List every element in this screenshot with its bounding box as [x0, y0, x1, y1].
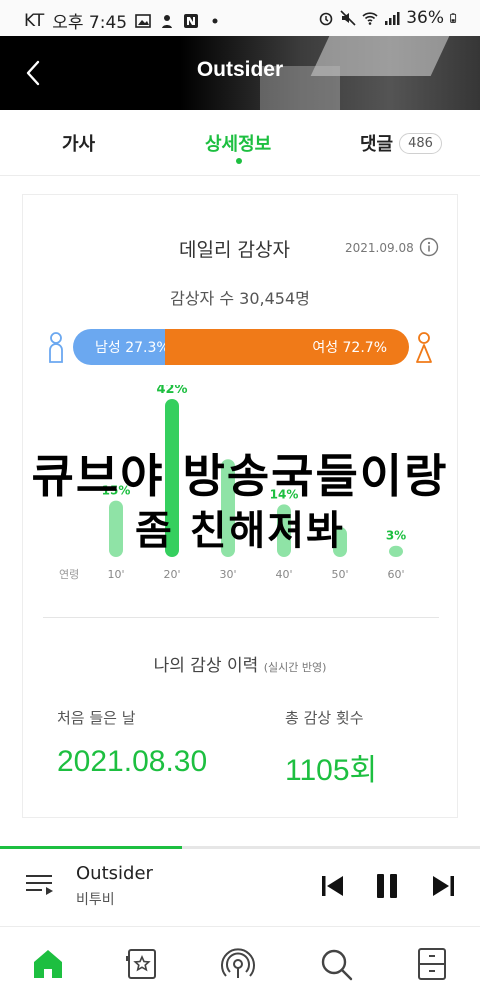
daily-listeners-date: 2021.09.08: [345, 241, 414, 255]
my-music-icon[interactable]: [124, 946, 160, 982]
mute-icon: [340, 10, 356, 26]
section-divider: [43, 617, 439, 618]
naver-notification-icon: [184, 13, 199, 28]
age-category-label: 50': [331, 568, 348, 581]
next-track-icon[interactable]: [428, 871, 458, 901]
playlist-icon[interactable]: [24, 871, 56, 899]
total-plays-value: 1105회: [285, 754, 378, 787]
clock: 오후 7:45: [52, 13, 128, 33]
more-notifications-dot-icon: [212, 18, 218, 23]
active-tab-indicator: [236, 158, 242, 164]
carrier-label: KT: [24, 10, 45, 31]
mini-player[interactable]: Outsider 비투비: [0, 849, 480, 927]
total-plays-label: 총 감상 횟수: [285, 709, 364, 727]
history-title-text: 나의 감상 이력: [153, 656, 259, 676]
gallery-notification-icon: [135, 13, 151, 28]
male-icon: [49, 332, 63, 363]
home-icon[interactable]: [30, 946, 66, 982]
age-category-label: 20': [163, 568, 180, 581]
tab-lyrics[interactable]: 가사: [62, 130, 95, 156]
age-category-label: 40': [275, 568, 292, 581]
drawer-icon[interactable]: [414, 946, 450, 982]
female-ratio-segment: 여성 72.7%: [164, 329, 409, 365]
tab-bar: 가사 상세정보 댓글 486: [0, 110, 480, 176]
signal-icon: [385, 12, 400, 25]
battery-percent: 36%: [406, 8, 444, 28]
wifi-icon: [362, 12, 378, 25]
history-subtitle: (실시간 반영): [263, 661, 327, 674]
previous-track-icon[interactable]: [318, 871, 348, 901]
pause-icon[interactable]: [372, 871, 402, 901]
tab-details[interactable]: 상세정보: [205, 130, 271, 156]
listener-count: 감상자 수 30,454명: [170, 289, 310, 308]
tab-comments-label: 댓글: [360, 134, 394, 155]
tab-comments[interactable]: 댓글 486: [360, 130, 442, 156]
search-icon[interactable]: [318, 946, 354, 982]
listening-history-title: 나의 감상 이력 (실시간 반영): [23, 651, 457, 676]
bottom-navigation: [0, 928, 480, 998]
age-value-label: 42%: [156, 385, 187, 397]
app-notification-icon: [162, 14, 173, 28]
status-right: 36%: [318, 8, 460, 28]
male-ratio-label: 남성 27.3%: [95, 340, 170, 356]
daily-listeners-title: 데일리 감상자: [179, 239, 290, 261]
first-listen-value: 2021.08.30: [57, 745, 208, 778]
female-ratio-label: 여성 72.7%: [312, 340, 387, 356]
page-title: Outsider: [196, 58, 284, 81]
battery-icon: [450, 13, 457, 23]
podcast-icon[interactable]: [220, 946, 256, 982]
x-axis-label: 연령: [59, 568, 79, 581]
overlay-caption-line1: 큐브야 방송국들이랑: [31, 449, 449, 503]
song-header: Outsider: [0, 36, 480, 110]
age-category-label: 30': [219, 568, 236, 581]
player-track-title[interactable]: Outsider: [76, 863, 153, 884]
female-icon: [416, 332, 432, 363]
comment-count-badge: 486: [399, 132, 442, 154]
status-left: KT 오후 7:45: [24, 8, 223, 33]
overlay-caption-line2: 좀 친해져봐: [135, 508, 345, 554]
player-artist-name[interactable]: 비투비: [76, 889, 115, 909]
age-category-label: 10': [107, 568, 124, 581]
first-listen-label: 처음 들은 날: [57, 709, 136, 727]
gender-ratio-bar: 남성 27.3% 여성 72.7%: [73, 329, 409, 365]
info-icon[interactable]: [419, 237, 439, 257]
status-bar: KT 오후 7:45 36%: [0, 0, 480, 36]
age-category-label: 60': [387, 568, 404, 581]
alarm-icon: [319, 12, 333, 26]
male-ratio-segment: 남성 27.3%: [73, 329, 170, 365]
